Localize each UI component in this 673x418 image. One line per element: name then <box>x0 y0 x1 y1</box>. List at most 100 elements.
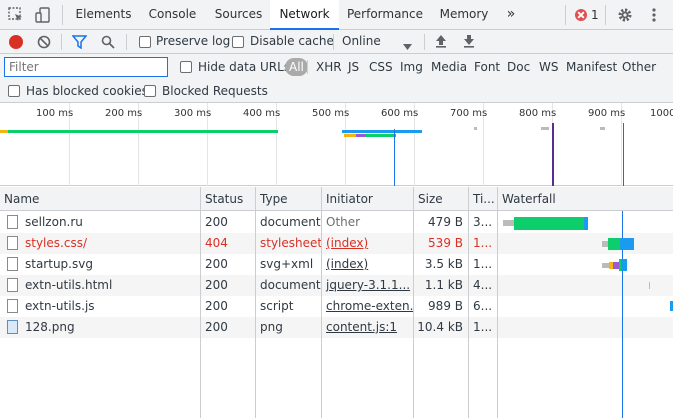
filter-type-doc[interactable]: Doc <box>504 58 533 76</box>
request-size: 989 B <box>428 299 463 313</box>
export-har-icon[interactable] <box>463 34 475 51</box>
request-status: 200 <box>205 299 228 313</box>
column-header-time[interactable]: Ti... <box>469 187 497 211</box>
overview-tick-label: 400 ms <box>243 108 281 119</box>
filter-input[interactable] <box>4 57 168 77</box>
column-header-name[interactable]: Name <box>0 187 200 211</box>
request-status: 404 <box>205 236 228 250</box>
table-row[interactable]: startup.svg 200 svg+xml (index) 3.5 kB 1… <box>0 254 673 275</box>
overview-tick-label: 200 ms <box>105 108 143 119</box>
column-divider[interactable] <box>497 187 498 418</box>
overview-request-bar <box>474 127 477 130</box>
more-tabs-button[interactable]: » <box>500 0 522 29</box>
devtools-tab-bar: Elements Console Sources Network Perform… <box>0 0 673 30</box>
network-overview[interactable]: 100 ms 200 ms 300 ms 400 ms 500 ms 600 m… <box>0 103 673 186</box>
device-toolbar-icon[interactable] <box>34 6 52 24</box>
table-row[interactable]: 128.png 200 png content.js:1 10.4 kB 1..… <box>0 317 673 338</box>
blocked-requests-checkbox[interactable] <box>144 85 156 97</box>
request-initiator: Other <box>326 215 361 229</box>
filter-type-font[interactable]: Font <box>471 58 503 76</box>
preserve-log-checkbox[interactable] <box>139 36 151 48</box>
table-row[interactable]: extn-utils.js 200 script chrome-exten...… <box>0 296 673 317</box>
request-time: 1... <box>473 320 493 334</box>
throttling-select[interactable]: Online <box>342 34 381 48</box>
inspect-element-icon[interactable] <box>7 6 25 24</box>
request-name: 128.png <box>25 320 75 334</box>
column-header-type[interactable]: Type <box>256 187 321 211</box>
request-initiator-link[interactable]: (index) <box>322 254 413 275</box>
dom-content-loaded-marker <box>394 129 395 186</box>
column-divider[interactable] <box>321 187 322 418</box>
request-status: 200 <box>205 215 228 229</box>
hide-data-urls-label: Hide data URLs <box>198 60 291 74</box>
overview-tick-label: 700 ms <box>450 108 488 119</box>
preserve-log-label: Preserve log <box>156 34 231 48</box>
hide-data-urls-checkbox[interactable] <box>180 61 192 73</box>
request-initiator-link[interactable]: content.js:1 <box>322 317 413 338</box>
column-divider[interactable] <box>413 187 414 418</box>
request-initiator-link[interactable]: jquery-3.1.1... <box>322 275 413 296</box>
column-header-waterfall[interactable]: Waterfall <box>498 187 673 211</box>
request-initiator-link[interactable]: chrome-exten... <box>322 296 413 317</box>
request-size: 539 B <box>428 236 463 250</box>
has-blocked-cookies-checkbox[interactable] <box>8 85 20 97</box>
toolbar-divider <box>126 34 127 50</box>
overview-request-bar <box>8 130 278 133</box>
filter-type-manifest[interactable]: Manifest <box>563 58 620 76</box>
clear-icon[interactable] <box>37 35 51 52</box>
waterfall-bar <box>620 238 634 250</box>
request-type: document <box>260 278 321 292</box>
overview-tick-label: 500 ms <box>312 108 350 119</box>
filter-type-other[interactable]: Other <box>619 58 659 76</box>
document-icon <box>7 278 18 292</box>
tab-performance[interactable]: Performance <box>341 0 429 29</box>
request-name: extn-utils.html <box>25 278 113 292</box>
filter-type-all[interactable]: All <box>285 58 308 76</box>
search-icon[interactable] <box>101 35 115 52</box>
toolbar-divider <box>333 34 334 50</box>
overview-request-bar <box>356 134 366 137</box>
filter-type-xhr[interactable]: XHR <box>313 58 345 76</box>
table-row[interactable]: extn-utils.html 200 document jquery-3.1.… <box>0 275 673 296</box>
overview-request-bar <box>600 127 605 130</box>
column-header-status[interactable]: Status <box>201 187 255 211</box>
overview-marker <box>552 123 554 186</box>
tab-network[interactable]: Network <box>270 0 339 30</box>
image-icon <box>7 320 18 334</box>
request-type: document <box>260 215 321 229</box>
blocked-requests-label: Blocked Requests <box>162 84 268 98</box>
disable-cache-checkbox[interactable] <box>232 36 244 48</box>
disable-cache-label: Disable cache <box>250 34 334 48</box>
filter-type-media[interactable]: Media <box>428 58 470 76</box>
request-time: 6... <box>473 299 493 313</box>
settings-gear-icon[interactable] <box>616 6 634 24</box>
filter-type-js[interactable]: JS <box>345 58 362 76</box>
record-button[interactable] <box>9 35 23 49</box>
column-header-initiator[interactable]: Initiator <box>322 187 413 211</box>
filter-type-img[interactable]: Img <box>397 58 426 76</box>
request-initiator-link[interactable]: (index) <box>322 233 413 254</box>
tab-memory[interactable]: Memory <box>433 0 495 29</box>
request-type: png <box>260 320 283 334</box>
waterfall-bar <box>514 217 584 230</box>
svg-file-icon <box>7 257 18 271</box>
toolbar-divider <box>605 5 606 25</box>
column-header-size[interactable]: Size <box>414 187 468 211</box>
filter-type-ws[interactable]: WS <box>536 58 561 76</box>
tab-elements[interactable]: Elements <box>70 0 137 29</box>
tab-sources[interactable]: Sources <box>207 0 270 29</box>
filter-type-css[interactable]: CSS <box>366 58 396 76</box>
column-divider[interactable] <box>255 187 256 418</box>
column-divider[interactable] <box>200 187 201 418</box>
import-har-icon[interactable] <box>435 34 447 51</box>
request-size: 1.1 kB <box>424 278 463 292</box>
request-time: 1... <box>473 257 493 271</box>
request-status: 200 <box>205 320 228 334</box>
column-divider[interactable] <box>468 187 469 418</box>
error-count-badge[interactable]: 1 <box>575 7 599 23</box>
error-icon <box>575 9 587 21</box>
more-options-icon[interactable] <box>645 6 663 24</box>
filter-funnel-icon[interactable] <box>71 35 88 52</box>
table-row[interactable]: styles.css/ 404 stylesheet (index) 539 B… <box>0 233 673 254</box>
tab-console[interactable]: Console <box>139 0 206 29</box>
